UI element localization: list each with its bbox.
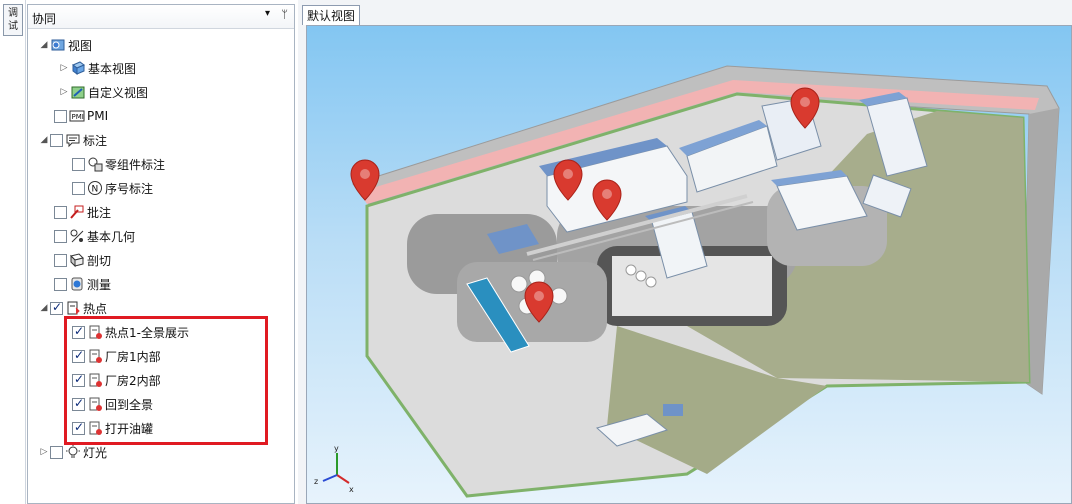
tree-item-custom-view[interactable]: ▷ 自定义视图	[58, 82, 148, 102]
panel-menu-dropdown-icon[interactable]: ▾	[265, 8, 270, 19]
hotspot-item-checkbox[interactable]	[72, 372, 85, 387]
tree-label: 基本几何	[87, 229, 136, 244]
hotspot-page-icon	[87, 396, 103, 412]
light-bulb-icon	[65, 444, 81, 460]
annotation-checkbox[interactable]	[50, 133, 63, 147]
section-checkbox[interactable]	[54, 253, 67, 267]
axis-triad: y x z	[314, 444, 354, 493]
view-area: 默认视图 y x z	[298, 0, 1072, 504]
geometry-icon	[69, 228, 85, 244]
part-annotation-icon	[87, 156, 103, 172]
tree-label: 回到全景	[105, 397, 154, 412]
tree-item-part-annotation[interactable]: 零组件标注	[72, 154, 165, 174]
tree-label: 基本视图	[88, 61, 137, 76]
tree-label: 批注	[87, 205, 112, 220]
circled-n-icon: N	[87, 180, 103, 196]
hotspot-item-checkbox[interactable]	[72, 348, 85, 363]
factory-3d-scene	[350, 65, 1060, 498]
hotspot-page-icon	[87, 348, 103, 364]
hotspot-item-4[interactable]: 回到全景	[72, 394, 153, 414]
3d-viewport[interactable]: y x z	[306, 25, 1072, 504]
cube-icon	[70, 60, 86, 76]
hotspot-item-3[interactable]: 厂房2内部	[72, 370, 161, 390]
section-cut-icon	[69, 252, 85, 268]
part-annotation-checkbox[interactable]	[72, 157, 85, 171]
tree-label: 灯光	[83, 445, 108, 460]
tree-item-section[interactable]: 剖切	[54, 250, 111, 270]
tree-label: PMI	[87, 109, 109, 123]
tree-item-markup[interactable]: 批注	[54, 202, 111, 222]
comment-icon	[65, 132, 81, 148]
tree-item-light[interactable]: ▷ 灯光	[38, 442, 107, 462]
side-tab-strip: 调 试	[0, 0, 26, 504]
tree-item-view[interactable]: ◢ 视图	[38, 35, 92, 55]
collaboration-panel: 协同 ▾ ᛘ ◢ 视图 ▷ 基本视图 ▷ 自定义视图 PMI PMI ◢ 标注 …	[27, 4, 295, 504]
pmi-icon: PMI	[69, 108, 85, 124]
markup-checkbox[interactable]	[54, 205, 67, 219]
tree-item-pmi[interactable]: PMI PMI	[54, 106, 108, 126]
tree-label: 打开油罐	[105, 421, 154, 436]
hotspot-item-checkbox[interactable]	[72, 420, 85, 435]
tree-item-serial-annotation[interactable]: N 序号标注	[72, 178, 153, 198]
tree-label: 自定义视图	[88, 85, 149, 100]
collapse-arrow-icon[interactable]: ◢	[38, 135, 50, 145]
basic-geometry-checkbox[interactable]	[54, 229, 67, 243]
hotspot-checkbox[interactable]	[50, 300, 63, 315]
default-view-tab[interactable]: 默认视图	[302, 5, 361, 25]
tree-label: 视图	[68, 38, 93, 53]
tree-item-basic-geometry[interactable]: 基本几何	[54, 226, 135, 246]
tree-label: 热点	[83, 301, 108, 316]
tree-label: 厂房1内部	[105, 349, 161, 364]
panel-header: 协同 ▾ ᛘ	[28, 5, 294, 29]
hotspot-item-2[interactable]: 厂房1内部	[72, 346, 161, 366]
view-folder-icon	[50, 37, 66, 53]
expand-arrow-icon[interactable]: ▷	[38, 447, 50, 457]
light-checkbox[interactable]	[50, 445, 63, 459]
axis-y-label: y	[334, 444, 339, 453]
tree-label: 标注	[83, 133, 108, 148]
tree-item-basic-view[interactable]: ▷ 基本视图	[58, 58, 136, 78]
collapse-arrow-icon[interactable]: ◢	[38, 40, 50, 50]
tree-label: 剖切	[87, 253, 112, 268]
debug-side-tab[interactable]: 调 试	[3, 4, 23, 36]
collapse-arrow-icon[interactable]: ◢	[38, 303, 50, 313]
expand-arrow-icon[interactable]: ▷	[58, 87, 70, 97]
tree-label: 序号标注	[105, 181, 154, 196]
hotspot-page-icon	[87, 324, 103, 340]
custom-view-icon	[70, 84, 86, 100]
axis-x-label: x	[349, 485, 354, 493]
markup-pen-icon	[69, 204, 85, 220]
tree-item-hotspot[interactable]: ◢ 热点	[38, 298, 107, 318]
hotspot-item-1[interactable]: 热点1-全景展示	[72, 322, 189, 342]
hotspot-item-checkbox[interactable]	[72, 396, 85, 411]
expand-arrow-icon[interactable]: ▷	[58, 63, 70, 73]
hotspot-page-icon	[87, 372, 103, 388]
svg-text:N: N	[92, 185, 99, 195]
hotspot-page-icon	[87, 420, 103, 436]
svg-text:PMI: PMI	[72, 113, 84, 121]
tree-label: 厂房2内部	[105, 373, 161, 388]
tree-item-annotation[interactable]: ◢ 标注	[38, 130, 107, 150]
tree-label: 热点1-全景展示	[105, 325, 189, 340]
measure-checkbox[interactable]	[54, 277, 67, 291]
serial-annotation-checkbox[interactable]	[72, 181, 85, 195]
axis-z-label: z	[314, 477, 318, 486]
hotspot-item-checkbox[interactable]	[72, 324, 85, 339]
panel-title: 协同	[32, 12, 57, 26]
tree-label: 测量	[87, 277, 112, 292]
panel-pin-icon[interactable]: ᛘ	[281, 8, 288, 21]
tree-label: 零组件标注	[105, 157, 166, 172]
hotspot-item-5[interactable]: 打开油罐	[72, 418, 153, 438]
measure-icon	[69, 276, 85, 292]
hotspot-icon	[65, 300, 81, 316]
tree-item-measure[interactable]: 测量	[54, 274, 111, 294]
pmi-checkbox[interactable]	[54, 109, 67, 123]
